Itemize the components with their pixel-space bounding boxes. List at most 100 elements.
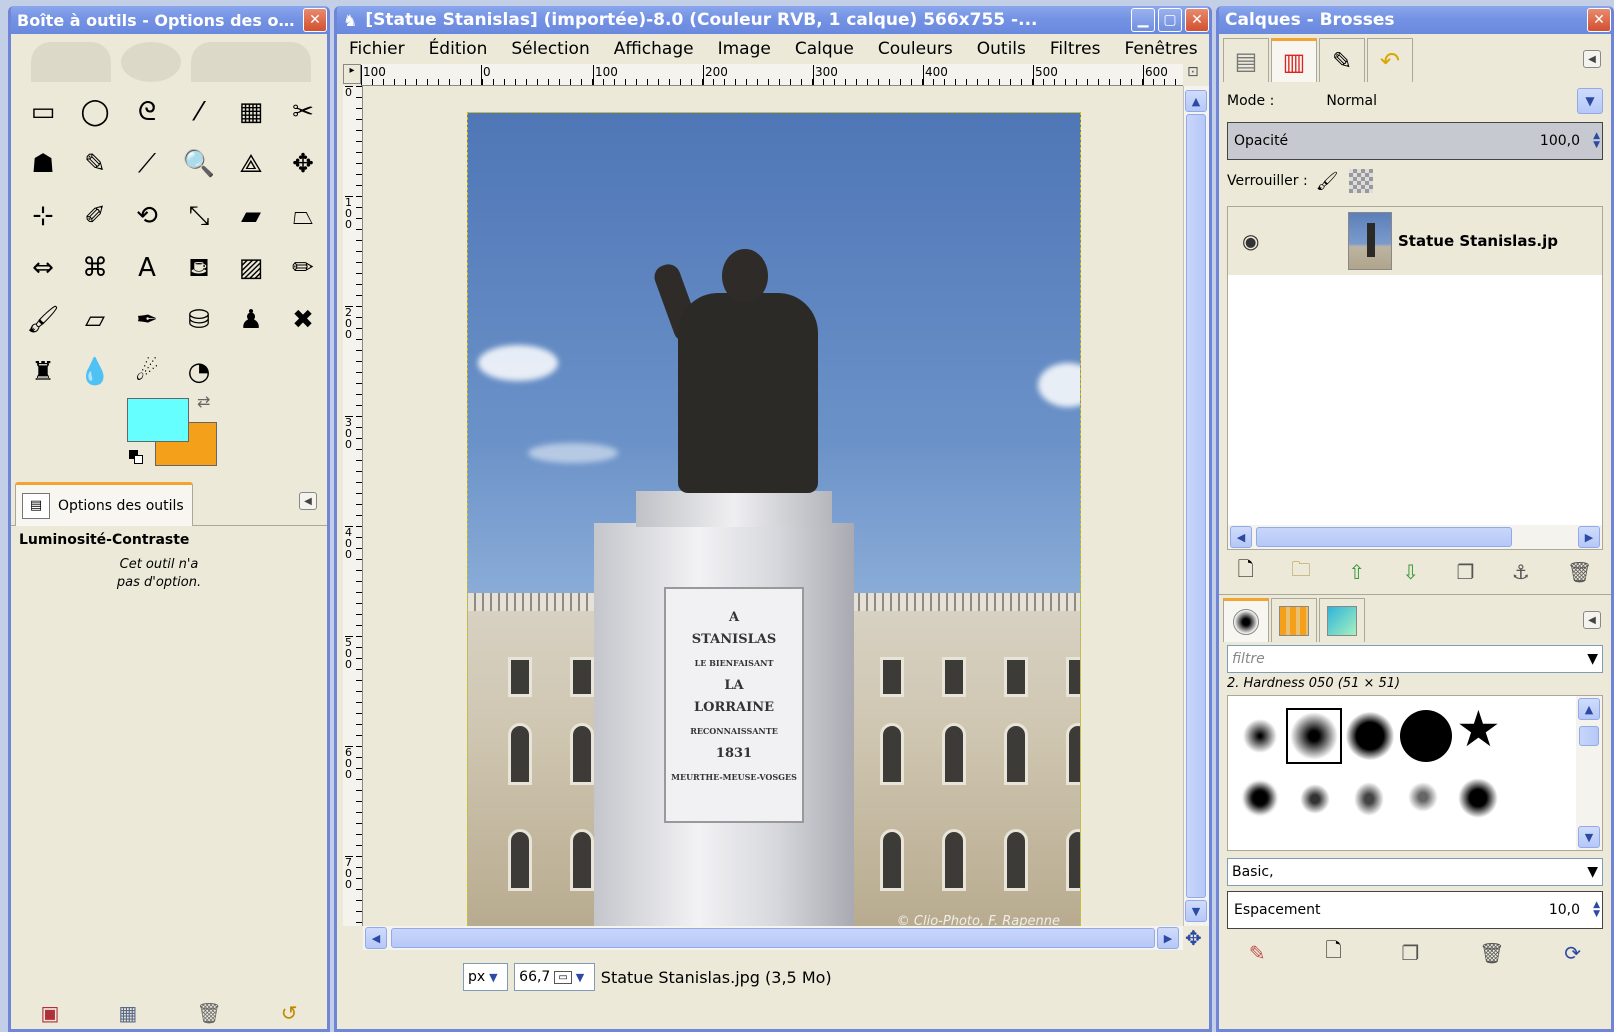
brush-item[interactable] xyxy=(1240,716,1280,756)
menu-8[interactable]: Filtres xyxy=(1050,39,1101,59)
delete-options-icon[interactable]: 🗑 xyxy=(196,1001,221,1025)
edit-brush-icon[interactable]: ✎ xyxy=(1249,941,1266,965)
zoom-icon[interactable]: 🔍 xyxy=(173,138,225,190)
tag-filter-input[interactable]: filtre ▼ xyxy=(1227,645,1603,673)
foreground-select-icon[interactable]: ☗ xyxy=(17,138,69,190)
align-icon[interactable]: ⊹ xyxy=(17,190,69,242)
measure-icon[interactable]: ⟁ xyxy=(225,138,277,190)
blur-icon[interactable]: 💧 xyxy=(69,346,121,398)
lock-alpha-icon[interactable] xyxy=(1348,169,1373,193)
default-colors-icon[interactable] xyxy=(129,450,143,464)
opacity-slider[interactable]: Opacité 100,0 ▲ ▼ xyxy=(1227,122,1603,160)
save-options-icon[interactable]: ▣ xyxy=(41,1001,60,1025)
close-icon[interactable]: ✕ xyxy=(303,8,327,32)
refresh-brushes-icon[interactable]: ⟳ xyxy=(1564,941,1581,965)
menu-3[interactable]: Affichage xyxy=(614,39,694,59)
rect-select-icon[interactable]: ▭ xyxy=(17,86,69,138)
tab-layers[interactable]: ▤ xyxy=(1223,38,1269,82)
brush-item[interactable] xyxy=(1242,780,1278,816)
reset-options-icon[interactable]: ↺ xyxy=(281,1001,298,1025)
restore-options-icon[interactable]: ▦ xyxy=(118,1001,137,1025)
brush-item[interactable] xyxy=(1408,782,1438,812)
minimize-icon[interactable]: ▁ xyxy=(1131,8,1155,32)
menu-9[interactable]: Fenêtres xyxy=(1124,39,1197,59)
image-canvas[interactable]: A STANISLAS LE BIENFAISANT LA LORRAINE RECONN… xyxy=(467,112,1081,932)
brush-item[interactable] xyxy=(1458,778,1498,818)
heal-icon[interactable]: ✖ xyxy=(277,294,327,346)
ellipse-select-icon[interactable]: ◯ xyxy=(69,86,121,138)
navigate-icon[interactable]: ✥ xyxy=(1185,926,1202,950)
brush-item[interactable] xyxy=(1354,782,1384,816)
vertical-scrollbar[interactable]: ▲ ▼ xyxy=(1183,86,1209,926)
new-group-icon[interactable]: 🗀 xyxy=(1291,555,1311,589)
eraser-icon[interactable]: ▱ xyxy=(69,294,121,346)
paintbrush-icon[interactable]: 🖌 xyxy=(17,294,69,346)
tab-brushes[interactable] xyxy=(1223,598,1269,642)
cage-icon[interactable]: ⌘ xyxy=(69,242,121,294)
blend-icon[interactable]: ▨ xyxy=(225,242,277,294)
brush-item[interactable] xyxy=(1300,784,1330,814)
scroll-down-icon[interactable]: ▼ xyxy=(1578,826,1600,848)
brush-scroll-thumb[interactable] xyxy=(1579,726,1599,746)
tab-tool-options[interactable]: ▤ Options des outils xyxy=(15,482,193,526)
duplicate-brush-icon[interactable]: ❐ xyxy=(1401,941,1419,965)
scroll-right-icon[interactable]: ▶ xyxy=(1578,526,1600,548)
tab-paths[interactable]: ✎ xyxy=(1319,38,1365,82)
star-brush-icon[interactable]: ★ xyxy=(1456,704,1501,754)
color-select-icon[interactable]: ▦ xyxy=(225,86,277,138)
dodge-burn-icon[interactable]: ◔ xyxy=(173,346,225,398)
delete-brush-icon[interactable]: 🗑 xyxy=(1479,941,1504,965)
wilber-drop-area[interactable] xyxy=(11,34,327,82)
brush-vscrollbar[interactable]: ▲ ▼ xyxy=(1576,696,1602,850)
horizontal-scrollbar[interactable]: ◀ ▶ xyxy=(363,926,1183,950)
layer-scroll-thumb[interactable] xyxy=(1256,527,1512,547)
lower-layer-icon[interactable]: ⇩ xyxy=(1402,560,1419,584)
perspective-icon[interactable]: ⏢ xyxy=(277,190,327,242)
visibility-eye-icon[interactable]: ◉ xyxy=(1242,229,1282,253)
shear-icon[interactable]: ▰ xyxy=(225,190,277,242)
vertical-scroll-thumb[interactable] xyxy=(1186,114,1206,898)
foreground-color-swatch[interactable] xyxy=(127,398,189,442)
tab-menu-icon[interactable]: ◀ xyxy=(1583,611,1601,629)
menu-1[interactable]: Édition xyxy=(429,39,488,59)
menu-5[interactable]: Calque xyxy=(795,39,854,59)
unit-select[interactable]: px ▼ xyxy=(463,963,509,991)
flip-icon[interactable]: ⇔ xyxy=(17,242,69,294)
close-icon[interactable]: ✕ xyxy=(1185,8,1209,32)
delete-layer-icon[interactable]: 🗑 xyxy=(1567,560,1592,584)
menu-0[interactable]: Fichier xyxy=(349,39,405,59)
spacing-slider[interactable]: Espacement 10,0 ▲ ▼ xyxy=(1227,891,1603,929)
bucket-fill-icon[interactable]: ⛾ xyxy=(173,242,225,294)
quick-mask-toggle-icon[interactable]: ▸ xyxy=(343,64,361,84)
rotate-icon[interactable]: ⟲ xyxy=(121,190,173,242)
brush-grid[interactable]: ★ ▲ ▼ xyxy=(1227,695,1603,851)
anchor-layer-icon[interactable]: ⚓ xyxy=(1512,560,1530,584)
tab-gradients[interactable] xyxy=(1319,598,1365,642)
scroll-down-icon[interactable]: ▼ xyxy=(1185,900,1207,922)
brush-item[interactable] xyxy=(1400,710,1452,762)
paths-icon[interactable]: ✎ xyxy=(69,138,121,190)
close-icon[interactable]: ✕ xyxy=(1587,8,1611,32)
scale-icon[interactable]: ⤡ xyxy=(173,190,225,242)
swap-colors-icon[interactable]: ⇄ xyxy=(197,392,210,411)
menu-4[interactable]: Image xyxy=(718,39,771,59)
clone-icon[interactable]: ♟ xyxy=(225,294,277,346)
horizontal-ruler[interactable]: 100 0 100 200 300 400 500 600 xyxy=(361,64,1183,86)
perspective-clone-icon[interactable]: ♜ xyxy=(17,346,69,398)
horizontal-scroll-thumb[interactable] xyxy=(391,928,1155,948)
ink-icon[interactable]: ⛁ xyxy=(173,294,225,346)
tab-menu-icon[interactable]: ◀ xyxy=(1583,50,1601,68)
spin-icon[interactable]: ▲ ▼ xyxy=(1593,901,1600,919)
mode-select[interactable]: Normal ▼ xyxy=(1314,86,1603,116)
scroll-up-icon[interactable]: ▲ xyxy=(1185,90,1207,112)
duplicate-layer-icon[interactable]: ❐ xyxy=(1456,560,1474,584)
color-picker-icon[interactable]: ⟋ xyxy=(121,138,173,190)
scroll-left-icon[interactable]: ◀ xyxy=(1230,526,1252,548)
tab-undo[interactable]: ↶ xyxy=(1367,38,1413,82)
toolbox-titlebar[interactable]: Boîte à outils - Options des ou... ✕ xyxy=(11,6,327,34)
zoom-to-fit-icon[interactable]: ⊡ xyxy=(1187,64,1199,80)
raise-layer-icon[interactable]: ⇧ xyxy=(1348,560,1365,584)
new-brush-icon[interactable]: 🗋 xyxy=(1325,936,1341,970)
scroll-right-icon[interactable]: ▶ xyxy=(1157,927,1179,949)
brush-item[interactable] xyxy=(1346,712,1394,760)
